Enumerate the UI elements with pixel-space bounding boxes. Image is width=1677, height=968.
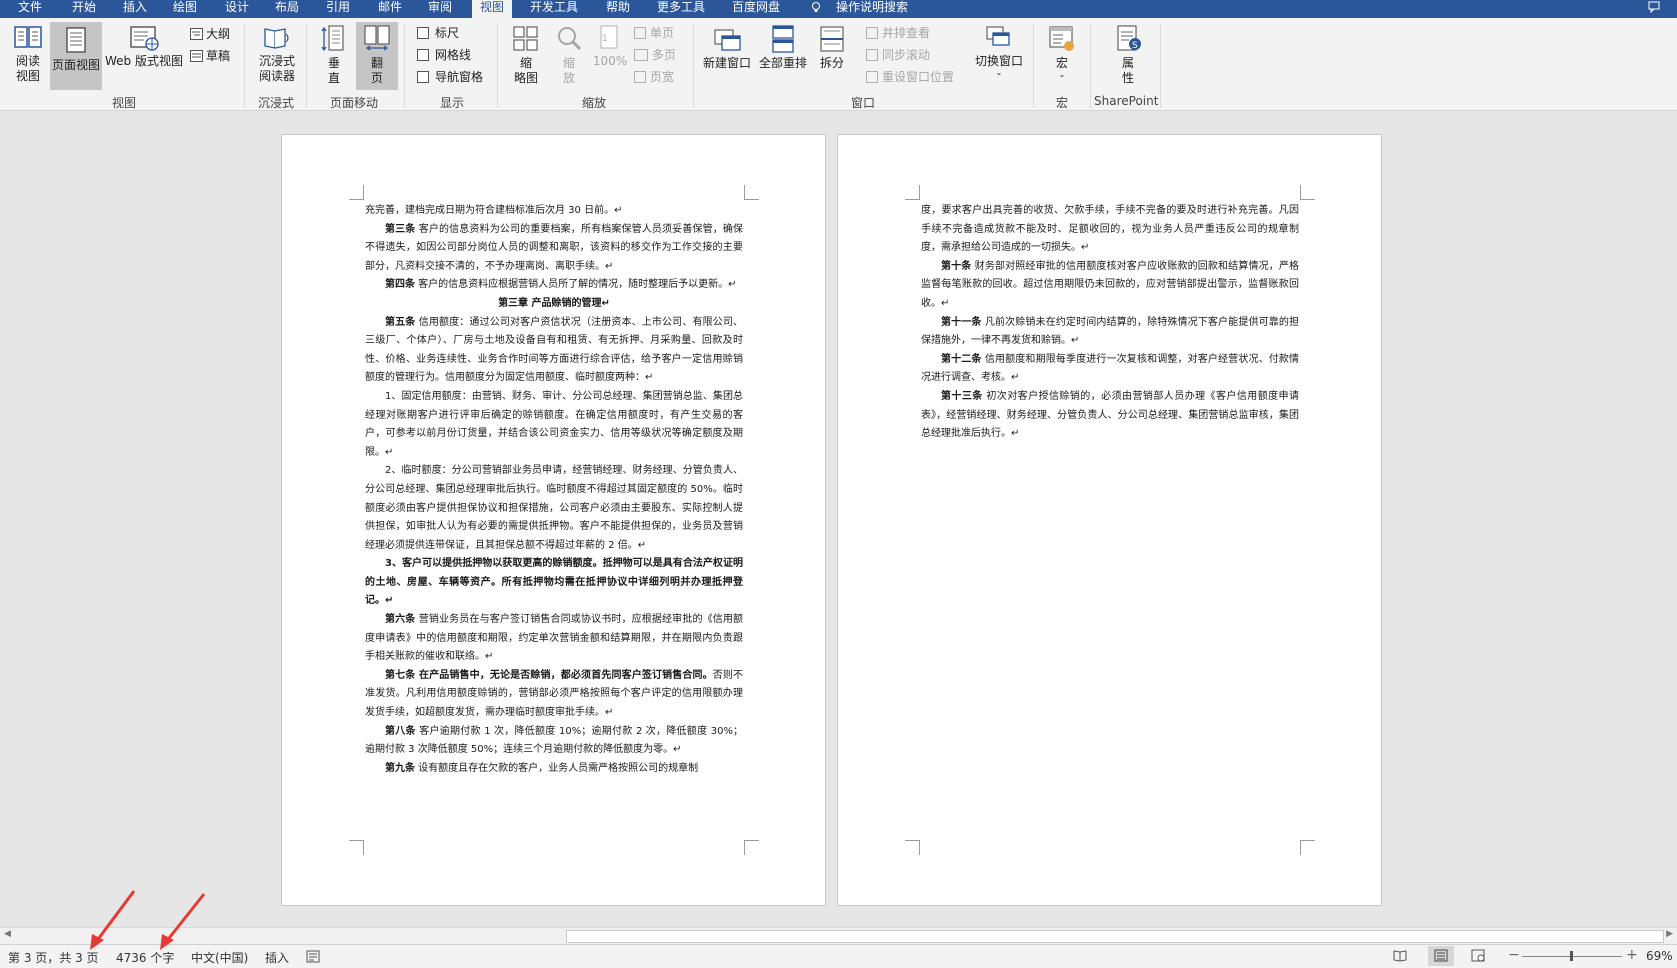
- red-arrow-annotation: [90, 890, 136, 950]
- red-arrow-annotation: [160, 893, 206, 950]
- annotation-arrows: [90, 890, 206, 950]
